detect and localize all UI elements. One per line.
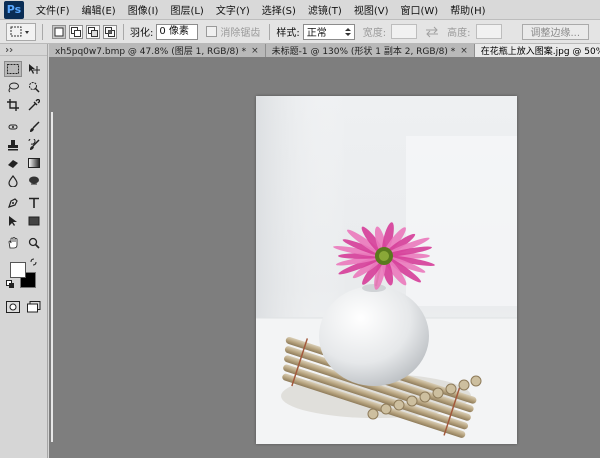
options-bar: 羽化: 0 像素 消除锯齿 样式: 正常 宽度: 高度: 调整边缘...	[0, 20, 600, 44]
vase-flower-photo	[256, 96, 517, 444]
collapse-arrows-icon	[6, 47, 13, 52]
foreground-color-swatch[interactable]	[10, 262, 26, 278]
menu-help[interactable]: 帮助(H)	[444, 2, 491, 17]
width-input[interactable]	[391, 24, 418, 39]
tools-panel	[0, 44, 48, 458]
separator	[123, 23, 124, 40]
style-label: 样式:	[276, 28, 300, 39]
subtract-selection-icon	[88, 26, 98, 37]
dodge-icon[interactable]	[25, 173, 43, 189]
type-icon[interactable]	[25, 195, 43, 211]
brush-icon[interactable]	[25, 119, 43, 135]
panel-edge	[51, 112, 53, 442]
feather-label: 羽化:	[130, 28, 154, 39]
screen-mode-icon[interactable]	[25, 299, 43, 315]
select-arrows-icon	[344, 27, 351, 36]
separator	[42, 23, 43, 40]
document-tab[interactable]: xh5pq0w7.bmp @ 47.8% (图层 1, RGB/8) * ×	[49, 44, 266, 57]
add-to-selection-button[interactable]	[69, 24, 83, 39]
document-tab[interactable]: 未标题-1 @ 130% (形状 1 副本 2, RGB/8) * ×	[265, 44, 475, 57]
style-select-value: 正常	[306, 28, 327, 39]
style-select[interactable]: 正常	[302, 23, 355, 40]
height-label: 高度:	[447, 28, 471, 39]
intersect-selection-icon	[105, 26, 115, 37]
history-brush-icon[interactable]	[25, 137, 43, 153]
menu-window[interactable]: 窗口(W)	[394, 2, 444, 17]
document-tab-bar: xh5pq0w7.bmp @ 47.8% (图层 1, RGB/8) * × 未…	[49, 44, 600, 57]
clone-stamp-icon[interactable]	[4, 137, 22, 153]
path-selection-icon[interactable]	[4, 213, 22, 229]
pen-icon[interactable]	[4, 195, 22, 211]
menu-image[interactable]: 图像(I)	[122, 2, 165, 17]
width-label: 宽度:	[362, 28, 387, 39]
add-selection-icon	[71, 26, 81, 37]
menu-layer[interactable]: 图层(L)	[164, 2, 209, 17]
color-swatches	[6, 258, 47, 292]
feather-input[interactable]: 0 像素	[156, 23, 199, 40]
default-colors-icon[interactable]	[6, 280, 15, 289]
antialias-label: 消除锯齿	[220, 28, 261, 39]
eyedropper-icon[interactable]	[25, 97, 43, 113]
spot-healing-icon[interactable]	[4, 119, 22, 135]
close-icon[interactable]: ×	[460, 46, 468, 56]
height-input[interactable]	[475, 24, 502, 39]
menu-filter[interactable]: 滤镜(T)	[302, 2, 348, 17]
menu-edit[interactable]: 编辑(E)	[76, 2, 122, 17]
document-tab-label: xh5pq0w7.bmp @ 47.8% (图层 1, RGB/8) *	[55, 47, 247, 57]
marquee-preset-icon	[10, 26, 29, 36]
lasso-icon[interactable]	[4, 79, 22, 95]
hand-icon[interactable]	[4, 235, 22, 251]
subtract-from-selection-button[interactable]	[86, 24, 100, 39]
menu-file[interactable]: 文件(F)	[30, 2, 76, 17]
photoshop-logo: Ps	[4, 0, 24, 19]
zoom-icon[interactable]	[25, 235, 43, 251]
separator	[269, 23, 271, 40]
menu-view[interactable]: 视图(V)	[348, 2, 395, 17]
document-tab-label: 未标题-1 @ 130% (形状 1 副本 2, RGB/8) *	[271, 47, 456, 57]
document-tab-active[interactable]: 在花瓶上放入图案.jpg @ 50%(RGB/8#) * ×	[474, 44, 600, 57]
close-icon[interactable]: ×	[251, 46, 259, 56]
document-tab-label: 在花瓶上放入图案.jpg @ 50%(RGB/8#) *	[480, 47, 600, 57]
tools-panel-header[interactable]	[0, 44, 47, 56]
antialias-checkbox[interactable]	[206, 26, 218, 37]
new-selection-icon	[54, 27, 64, 36]
crop-icon[interactable]	[4, 97, 22, 113]
eraser-icon[interactable]	[4, 155, 22, 171]
tool-preset-picker[interactable]	[6, 22, 36, 41]
rectangle-shape-icon[interactable]	[25, 213, 43, 229]
canvas-workspace[interactable]	[49, 57, 600, 458]
menu-bar: Ps 文件(F) 编辑(E) 图像(I) 图层(L) 文字(Y) 选择(S) 滤…	[0, 0, 600, 20]
swap-dimensions-icon[interactable]	[423, 26, 441, 38]
menu-select[interactable]: 选择(S)	[256, 2, 302, 17]
document-canvas[interactable]	[256, 96, 517, 444]
move-icon[interactable]	[25, 61, 43, 77]
menu-type[interactable]: 文字(Y)	[210, 2, 256, 17]
quick-mask-icon[interactable]	[4, 299, 22, 315]
refine-edge-button[interactable]: 调整边缘...	[521, 23, 590, 40]
blur-icon[interactable]	[4, 173, 22, 189]
new-selection-button[interactable]	[52, 24, 66, 39]
quick-selection-icon[interactable]	[25, 79, 43, 95]
gradient-icon[interactable]	[25, 155, 43, 171]
swap-colors-icon[interactable]	[30, 258, 38, 266]
intersect-selection-button[interactable]	[103, 24, 117, 39]
rectangular-marquee-icon[interactable]	[3, 61, 22, 77]
